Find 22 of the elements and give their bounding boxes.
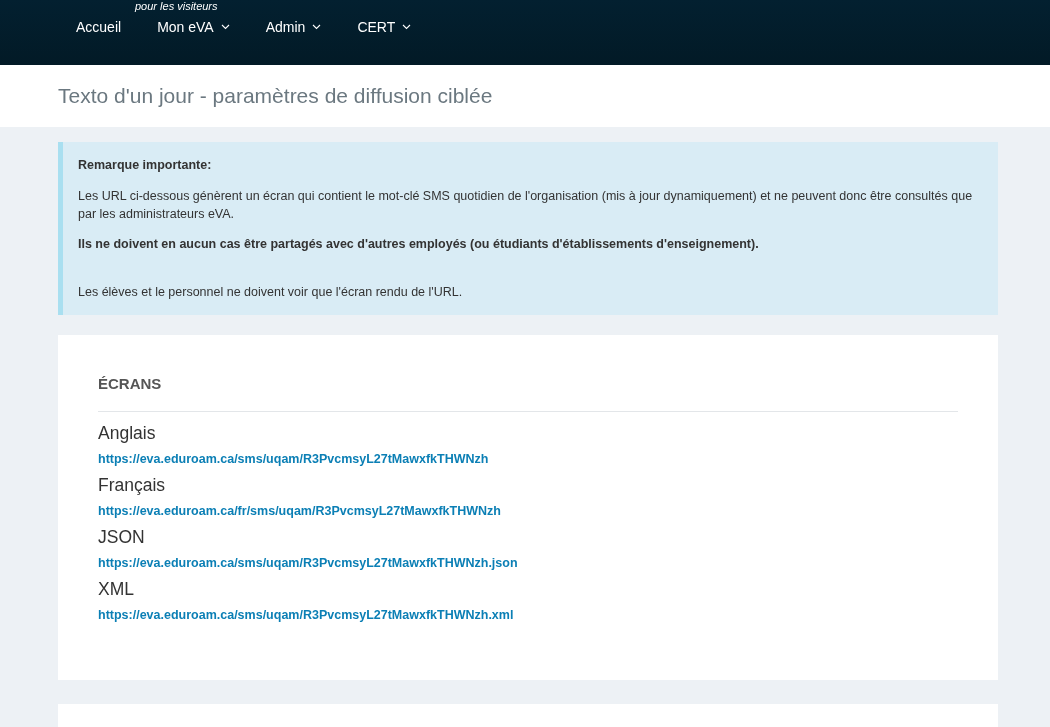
caret-icon <box>220 24 230 30</box>
page-title: Texto d'un jour - paramètres de diffusion ciblée <box>58 84 493 108</box>
screen-label: Anglais <box>98 422 157 444</box>
screen-label: XML <box>98 578 135 600</box>
notice-text: Les élèves et le personnel ne doivent voir que l'écran rendu de l'URL. <box>78 284 464 301</box>
screen-label: JSON <box>98 526 146 548</box>
caret-icon <box>312 24 322 30</box>
nav-link[interactable]: Accueil <box>76 19 122 35</box>
url-link[interactable]: https://eva.eduroam.ca/sms/uqam/R3PvcmsyL27tMawxfkTHWNzh.xml <box>98 600 958 630</box>
tagline: pour les visiteurs <box>135 0 218 12</box>
notice-text: Les URL ci-dessous génèrent un écran qui contient le mot-clé SMS quotidien de l'organisation (mis à jour dynamiquement) et ne peuvent donc être consultés que par les administrateurs eVA. <box>78 188 974 223</box>
url-link[interactable]: https://eva.eduroam.ca/sms/uqam/R3PvcmsyL27tMawxfkTHWNzh.json <box>98 548 958 578</box>
notice-heading: Remarque importante: <box>78 158 213 172</box>
section-heading: ÉCRANS <box>98 375 163 392</box>
screen-label: Français <box>98 474 167 496</box>
caret-icon <box>402 24 412 30</box>
nav-link[interactable]: Admin <box>265 19 322 35</box>
url-link[interactable]: https://eva.eduroam.ca/fr/sms/uqam/R3PvcmsyL27tMawxfkTHWNzh <box>98 496 958 526</box>
url-link[interactable]: https://eva.eduroam.ca/sms/uqam/R3PvcmsyL27tMawxfkTHWNzh <box>98 444 958 474</box>
notice-text: Ils ne doivent en aucun cas être partagés avec d'autres employés (ou étudiants d'établissements d'enseignement). <box>78 236 760 253</box>
nav-link[interactable]: CERT <box>357 19 412 35</box>
nav-link[interactable]: Mon eVA <box>157 19 230 35</box>
